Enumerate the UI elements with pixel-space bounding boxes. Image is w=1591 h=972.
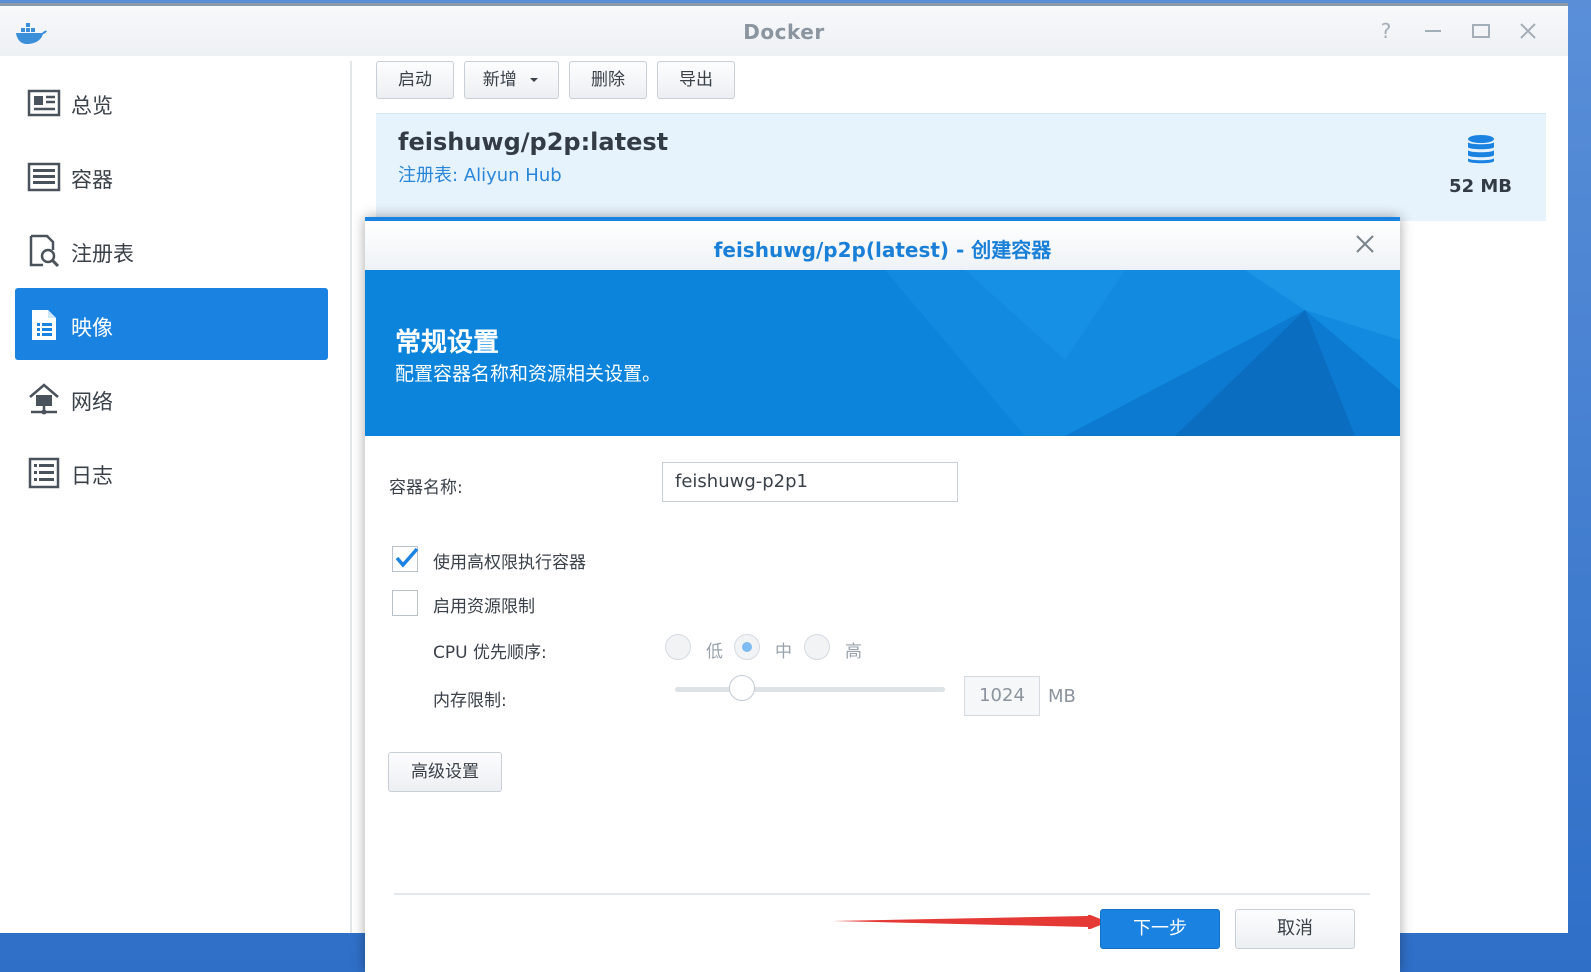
memory-limit-label: 内存限制: [433,691,507,711]
image-list-row[interactable]: feishuwg/p2p:latest 注册表: Aliyun Hub 52 M… [376,113,1546,221]
memory-unit-label: MB [1048,686,1076,707]
privileged-label: 使用高权限执行容器 [433,553,586,573]
sidebar-item-log[interactable]: 日志 [15,436,328,508]
image-icon [32,310,56,340]
sidebar-item-image[interactable]: 映像 [15,288,328,360]
overview-icon [27,89,61,117]
network-icon [29,383,59,415]
title-bar[interactable]: Docker ? [0,6,1568,56]
sidebar-item-network[interactable]: 网络 [15,362,328,434]
dialog-title: feishuwg/p2p(latest) - 创建容器 [713,238,1052,262]
export-button[interactable]: 导出 [657,61,735,99]
sidebar-item-registry[interactable]: 注册表 [15,214,328,286]
container-name-label: 容器名称: [389,478,463,498]
resource-limit-label: 启用资源限制 [433,597,535,617]
container-name-input[interactable]: feishuwg-p2p1 [662,462,958,502]
checkmark-icon [395,547,419,568]
database-icon [1468,135,1494,164]
memory-slider-track[interactable] [675,687,945,692]
sidebar-item-label: 总览 [71,94,113,118]
sidebar-item-label: 容器 [71,168,113,192]
minimize-icon[interactable] [1422,20,1444,42]
sidebar-item-label: 映像 [71,316,113,340]
banner-title: 常规设置 [395,328,500,358]
cpu-priority-high-label: 高 [845,642,862,662]
delete-button[interactable]: 删除 [569,61,647,99]
add-button-label: 新增 [482,70,517,90]
dialog-header[interactable]: feishuwg/p2p(latest) - 创建容器 [365,221,1400,270]
next-button[interactable]: 下一步 [1100,909,1220,949]
privileged-checkbox[interactable] [392,546,419,572]
banner-pattern [885,270,1400,436]
cpu-priority-label: CPU 优先顺序: [433,643,547,663]
sidebar-divider [350,61,352,933]
step-banner: 常规设置 配置容器名称和资源相关设置。 [365,270,1400,436]
image-size: 52 MB [1449,176,1512,197]
sidebar-item-label: 注册表 [71,242,134,266]
advanced-settings-button[interactable]: 高级设置 [388,752,502,792]
sidebar-item-overview[interactable]: 总览 [15,66,328,138]
cpu-priority-medium-radio[interactable] [734,634,760,660]
cpu-priority-high-radio[interactable] [804,634,830,660]
launch-button[interactable]: 启动 [376,61,454,99]
image-name: feishuwg/p2p:latest [398,128,669,156]
cpu-priority-low-label: 低 [706,642,723,662]
registry-icon [29,234,60,268]
memory-limit-input[interactable]: 1024 [964,676,1040,716]
add-button[interactable]: 新增 [464,61,559,99]
banner-subtitle: 配置容器名称和资源相关设置。 [395,363,662,385]
sidebar-item-container[interactable]: 容器 [15,140,328,212]
cpu-priority-medium-label: 中 [775,642,792,662]
dialog-close-icon[interactable] [1354,233,1376,255]
log-icon [28,457,60,489]
sidebar-item-label: 网络 [71,390,113,414]
window-title: Docker [743,20,825,44]
sidebar: 总览 容器 注册表 映像 网络 日志 [0,56,350,933]
cancel-button[interactable]: 取消 [1235,909,1355,949]
cpu-priority-low-radio[interactable] [665,634,691,660]
help-icon[interactable]: ? [1375,20,1397,42]
annotation-arrow [833,915,1108,929]
sidebar-item-label: 日志 [71,464,113,488]
footer-divider [394,893,1370,895]
memory-slider-thumb[interactable] [729,675,755,701]
image-registry: 注册表: Aliyun Hub [398,165,562,186]
container-icon [27,162,61,192]
maximize-icon[interactable] [1470,20,1492,42]
resource-limit-checkbox[interactable] [392,590,418,616]
close-icon[interactable] [1517,20,1539,42]
chevron-down-icon [530,78,539,82]
create-container-dialog: feishuwg/p2p(latest) - 创建容器 常规设置 配置容器名称和… [365,217,1400,972]
